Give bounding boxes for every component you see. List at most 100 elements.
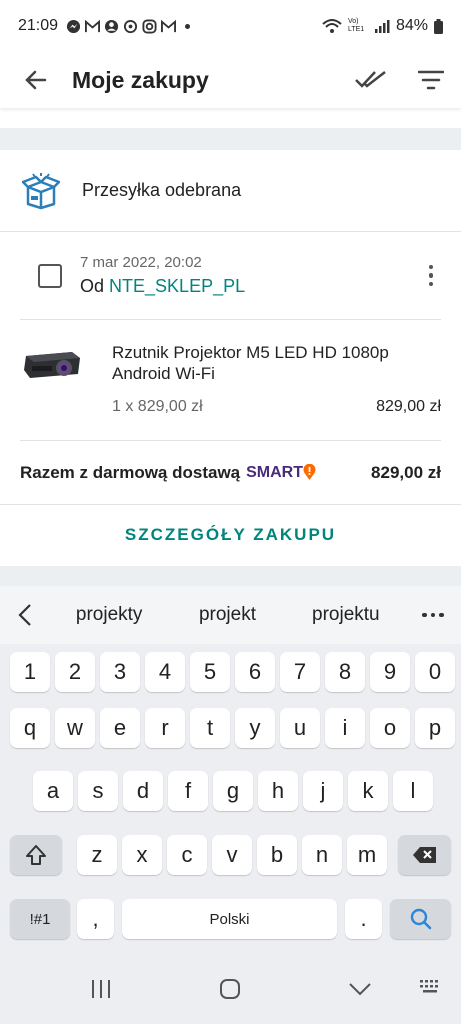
- sum-label: Razem z darmową dostawą: [20, 462, 241, 482]
- search-icon: [410, 908, 431, 930]
- key-t[interactable]: t: [190, 708, 230, 748]
- shipment-status: Przesyłka odebrana: [82, 180, 242, 200]
- key-v[interactable]: v: [212, 835, 252, 875]
- filter-button[interactable]: [401, 52, 461, 108]
- key-8[interactable]: 8: [325, 652, 365, 692]
- key-m[interactable]: m: [347, 835, 387, 875]
- seller-link[interactable]: NTE_SKLEP_PL: [109, 276, 245, 296]
- key-2[interactable]: 2: [55, 652, 95, 692]
- key-j[interactable]: j: [303, 771, 343, 811]
- collapse-suggestions-button[interactable]: [0, 603, 50, 627]
- instagram-icon: [142, 18, 157, 34]
- key-a[interactable]: a: [33, 771, 73, 811]
- key-s[interactable]: s: [78, 771, 118, 811]
- key-f[interactable]: f: [168, 771, 208, 811]
- signal-icon: [374, 20, 390, 33]
- network-label: Vo) LTE1: [347, 18, 365, 33]
- key-e[interactable]: e: [100, 708, 140, 748]
- back-button[interactable]: [0, 52, 72, 108]
- key-q[interactable]: q: [10, 708, 50, 748]
- space-key[interactable]: Polski: [122, 899, 337, 939]
- app-bar: Moje zakupy: [0, 52, 461, 108]
- more-suggestions-button[interactable]: [405, 612, 461, 618]
- mark-all-read-button[interactable]: [341, 52, 401, 108]
- key-d[interactable]: d: [123, 771, 163, 811]
- key-i[interactable]: i: [325, 708, 365, 748]
- order-item[interactable]: Rzutnik Projektor M5 LED HD 1080p Androi…: [20, 320, 441, 441]
- home-button[interactable]: [219, 978, 241, 1000]
- key-p[interactable]: p: [415, 708, 455, 748]
- key-b[interactable]: b: [257, 835, 297, 875]
- battery-percent: 84%: [395, 17, 428, 34]
- backspace-key[interactable]: [398, 835, 451, 875]
- backspace-icon: [412, 847, 436, 863]
- key-n[interactable]: n: [302, 835, 342, 875]
- purchase-details-button[interactable]: SZCZEGÓŁY ZAKUPU: [125, 525, 336, 545]
- key-w[interactable]: w: [55, 708, 95, 748]
- shift-key[interactable]: [10, 835, 62, 875]
- smart-pin-icon: [303, 464, 316, 480]
- shift-icon: [26, 845, 46, 865]
- more-options-button[interactable]: [421, 264, 441, 287]
- select-checkbox[interactable]: [20, 263, 80, 288]
- wifi-icon: [322, 19, 342, 33]
- shipment-status-row: Przesyłka odebrana: [0, 150, 461, 232]
- period-key[interactable]: .: [345, 899, 382, 939]
- separator: [0, 128, 461, 150]
- smart-label: SMART: [246, 463, 304, 481]
- recent-apps-button[interactable]: [90, 978, 112, 1000]
- key-z[interactable]: z: [77, 835, 117, 875]
- comma-key[interactable]: ,: [77, 899, 114, 939]
- order-date: 7 mar 2022, 20:02: [80, 254, 202, 271]
- key-4[interactable]: 4: [145, 652, 185, 692]
- hide-keyboard-button[interactable]: [348, 978, 372, 1000]
- smart-badge: SMART: [246, 464, 316, 482]
- more-notifications-dot: [185, 23, 191, 29]
- battery-icon: [434, 18, 443, 34]
- key-x[interactable]: x: [122, 835, 162, 875]
- key-o[interactable]: o: [370, 708, 410, 748]
- key-0[interactable]: 0: [415, 652, 455, 692]
- key-9[interactable]: 9: [370, 652, 410, 692]
- search-key[interactable]: [390, 899, 451, 939]
- projector-image: [24, 352, 80, 378]
- suggestion-1[interactable]: projekty: [50, 604, 168, 626]
- key-1[interactable]: 1: [10, 652, 50, 692]
- suggestion-2[interactable]: projekt: [168, 604, 286, 626]
- symbols-key[interactable]: !#1: [10, 899, 70, 939]
- item-name-line1: Rzutnik Projektor M5 LED HD 1080p: [112, 343, 389, 362]
- key-g[interactable]: g: [213, 771, 253, 811]
- status-bar: 21:09 Vo) LTE1 84%: [0, 0, 461, 52]
- purchase-details-row: SZCZEGÓŁY ZAKUPU: [0, 505, 461, 565]
- keyboard-switch-icon[interactable]: [419, 978, 443, 996]
- arrow-left-icon: [25, 70, 47, 90]
- notification-icons: [66, 18, 191, 34]
- key-h[interactable]: h: [258, 771, 298, 811]
- key-l[interactable]: l: [393, 771, 433, 811]
- key-c[interactable]: c: [167, 835, 207, 875]
- page-title: Moje zakupy: [72, 66, 209, 93]
- key-y[interactable]: y: [235, 708, 275, 748]
- keyboard: projekty projekt projektu 1234567890 qwer…: [0, 586, 461, 1024]
- sum-value: 829,00 zł: [371, 462, 441, 482]
- order-card: Przesyłka odebrana 7 mar 2022, 20:02 Od …: [0, 150, 461, 566]
- key-6[interactable]: 6: [235, 652, 275, 692]
- account-icon: [104, 19, 119, 33]
- gmail-icon-2: [161, 19, 177, 32]
- item-name-line2: Android Wi-Fi: [112, 364, 215, 383]
- key-3[interactable]: 3: [100, 652, 140, 692]
- key-k[interactable]: k: [348, 771, 388, 811]
- key-r[interactable]: r: [145, 708, 185, 748]
- status-time: 21:09: [18, 17, 59, 34]
- suggestion-3[interactable]: projektu: [287, 604, 405, 626]
- system-nav-bar: [0, 960, 461, 1024]
- more-vert-icon: [428, 264, 434, 270]
- item-total: 829,00 zł: [376, 398, 441, 415]
- suggestion-bar: projekty projekt projektu: [0, 586, 461, 644]
- from-label: Od: [80, 276, 105, 296]
- key-7[interactable]: 7: [280, 652, 320, 692]
- separator-bottom: [0, 566, 461, 586]
- item-qty-price: 1 x 829,00 zł: [112, 398, 203, 415]
- key-5[interactable]: 5: [190, 652, 230, 692]
- key-u[interactable]: u: [280, 708, 320, 748]
